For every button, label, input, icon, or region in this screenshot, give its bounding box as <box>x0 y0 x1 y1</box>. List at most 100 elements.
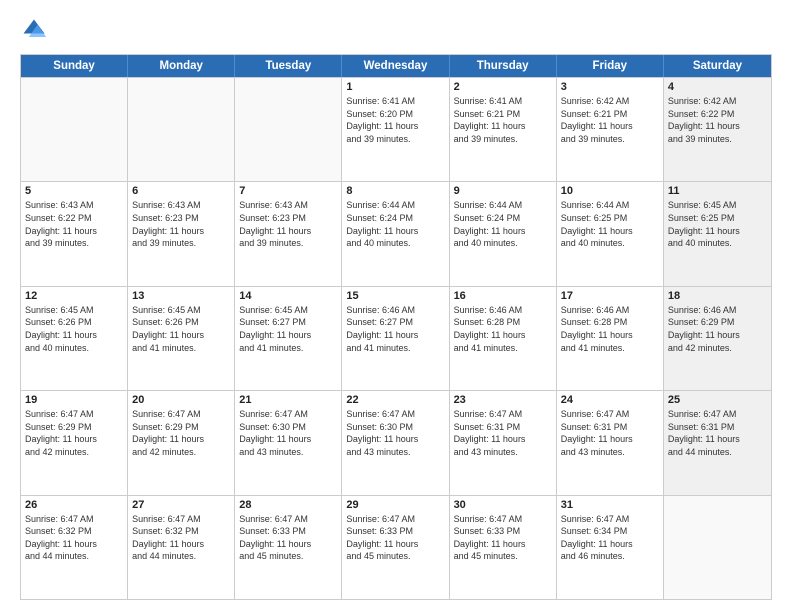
page: SundayMondayTuesdayWednesdayThursdayFrid… <box>0 0 792 612</box>
calendar-body: 1 Sunrise: 6:41 AMSunset: 6:20 PMDaylight… <box>21 77 771 599</box>
day-cell-14: 14 Sunrise: 6:45 AMSunset: 6:27 PMDayligh… <box>235 287 342 390</box>
day-cell-11: 11 Sunrise: 6:45 AMSunset: 6:25 PMDayligh… <box>664 182 771 285</box>
day-info: Sunrise: 6:46 AMSunset: 6:29 PMDaylight:… <box>668 304 767 354</box>
day-info: Sunrise: 6:46 AMSunset: 6:28 PMDaylight:… <box>454 304 552 354</box>
day-info: Sunrise: 6:43 AMSunset: 6:22 PMDaylight:… <box>25 199 123 249</box>
day-cell-24: 24 Sunrise: 6:47 AMSunset: 6:31 PMDayligh… <box>557 391 664 494</box>
day-cell-21: 21Sunrise: 6:47 AMSunset: 6:30 PMDayligh… <box>235 391 342 494</box>
day-info: Sunrise: 6:47 AMSunset: 6:30 PMDaylight:… <box>346 408 444 458</box>
day-info: Sunrise: 6:42 AMSunset: 6:22 PMDaylight:… <box>668 95 767 145</box>
day-cell-15: 15 Sunrise: 6:46 AMSunset: 6:27 PMDayligh… <box>342 287 449 390</box>
logo-icon <box>20 16 48 44</box>
day-cell-9: 9Sunrise: 6:44 AMSunset: 6:24 PMDaylight… <box>450 182 557 285</box>
calendar: SundayMondayTuesdayWednesdayThursdayFrid… <box>20 54 772 600</box>
day-number: 19 <box>25 394 123 406</box>
day-number: 23 <box>454 394 552 406</box>
day-cell-30: 30Sunrise: 6:47 AMSunset: 6:33 PMDayligh… <box>450 496 557 599</box>
day-number: 25 <box>668 394 767 406</box>
day-number: 14 <box>239 290 337 302</box>
day-info: Sunrise: 6:46 AMSunset: 6:27 PMDaylight:… <box>346 304 444 354</box>
day-number: 21 <box>239 394 337 406</box>
day-number: 15 <box>346 290 444 302</box>
header-day-tuesday: Tuesday <box>235 55 342 77</box>
day-cell-18: 18 Sunrise: 6:46 AMSunset: 6:29 PMDayligh… <box>664 287 771 390</box>
day-number: 22 <box>346 394 444 406</box>
day-info: Sunrise: 6:41 AMSunset: 6:21 PMDaylight:… <box>454 95 552 145</box>
day-cell-10: 10 Sunrise: 6:44 AMSunset: 6:25 PMDayligh… <box>557 182 664 285</box>
week-row-3: 19 Sunrise: 6:47 AMSunset: 6:29 PMDayligh… <box>21 390 771 494</box>
day-info: Sunrise: 6:41 AMSunset: 6:20 PMDaylight:… <box>346 95 444 145</box>
day-info: Sunrise: 6:47 AMSunset: 6:32 PMDaylight:… <box>25 513 123 563</box>
day-number: 9 <box>454 185 552 197</box>
day-cell-2: 2Sunrise: 6:41 AMSunset: 6:21 PMDaylight… <box>450 78 557 181</box>
day-number: 26 <box>25 499 123 511</box>
day-cell-3: 3 Sunrise: 6:42 AMSunset: 6:21 PMDaylight… <box>557 78 664 181</box>
day-number: 4 <box>668 81 767 93</box>
day-number: 24 <box>561 394 659 406</box>
header-day-saturday: Saturday <box>664 55 771 77</box>
day-info: Sunrise: 6:47 AMSunset: 6:33 PMDaylight:… <box>454 513 552 563</box>
week-row-1: 5 Sunrise: 6:43 AMSunset: 6:22 PMDaylight… <box>21 181 771 285</box>
empty-cell-0-0 <box>21 78 128 181</box>
day-number: 17 <box>561 290 659 302</box>
day-cell-23: 23 Sunrise: 6:47 AMSunset: 6:31 PMDayligh… <box>450 391 557 494</box>
day-number: 13 <box>132 290 230 302</box>
day-cell-26: 26 Sunrise: 6:47 AMSunset: 6:32 PMDayligh… <box>21 496 128 599</box>
header-day-wednesday: Wednesday <box>342 55 449 77</box>
day-info: Sunrise: 6:43 AMSunset: 6:23 PMDaylight:… <box>239 199 337 249</box>
day-cell-29: 29 Sunrise: 6:47 AMSunset: 6:33 PMDayligh… <box>342 496 449 599</box>
day-info: Sunrise: 6:45 AMSunset: 6:26 PMDaylight:… <box>25 304 123 354</box>
day-info: Sunrise: 6:47 AMSunset: 6:29 PMDaylight:… <box>25 408 123 458</box>
week-row-4: 26 Sunrise: 6:47 AMSunset: 6:32 PMDayligh… <box>21 495 771 599</box>
day-number: 12 <box>25 290 123 302</box>
header-day-sunday: Sunday <box>21 55 128 77</box>
day-cell-27: 27 Sunrise: 6:47 AMSunset: 6:32 PMDayligh… <box>128 496 235 599</box>
day-number: 29 <box>346 499 444 511</box>
day-cell-12: 12 Sunrise: 6:45 AMSunset: 6:26 PMDayligh… <box>21 287 128 390</box>
day-info: Sunrise: 6:47 AMSunset: 6:33 PMDaylight:… <box>346 513 444 563</box>
header-day-monday: Monday <box>128 55 235 77</box>
calendar-header: SundayMondayTuesdayWednesdayThursdayFrid… <box>21 55 771 77</box>
day-cell-31: 31Sunrise: 6:47 AMSunset: 6:34 PMDayligh… <box>557 496 664 599</box>
day-info: Sunrise: 6:44 AMSunset: 6:24 PMDaylight:… <box>346 199 444 249</box>
day-number: 28 <box>239 499 337 511</box>
logo <box>20 16 52 44</box>
empty-cell-0-1 <box>128 78 235 181</box>
day-info: Sunrise: 6:47 AMSunset: 6:31 PMDaylight:… <box>454 408 552 458</box>
day-info: Sunrise: 6:47 AMSunset: 6:34 PMDaylight:… <box>561 513 659 563</box>
day-info: Sunrise: 6:45 AMSunset: 6:25 PMDaylight:… <box>668 199 767 249</box>
header-day-friday: Friday <box>557 55 664 77</box>
day-number: 10 <box>561 185 659 197</box>
day-cell-22: 22 Sunrise: 6:47 AMSunset: 6:30 PMDayligh… <box>342 391 449 494</box>
day-number: 5 <box>25 185 123 197</box>
day-cell-20: 20 Sunrise: 6:47 AMSunset: 6:29 PMDayligh… <box>128 391 235 494</box>
day-cell-1: 1 Sunrise: 6:41 AMSunset: 6:20 PMDaylight… <box>342 78 449 181</box>
day-info: Sunrise: 6:47 AMSunset: 6:31 PMDaylight:… <box>561 408 659 458</box>
day-number: 6 <box>132 185 230 197</box>
day-cell-28: 28Sunrise: 6:47 AMSunset: 6:33 PMDayligh… <box>235 496 342 599</box>
day-info: Sunrise: 6:44 AMSunset: 6:25 PMDaylight:… <box>561 199 659 249</box>
day-number: 18 <box>668 290 767 302</box>
day-info: Sunrise: 6:47 AMSunset: 6:32 PMDaylight:… <box>132 513 230 563</box>
week-row-0: 1 Sunrise: 6:41 AMSunset: 6:20 PMDaylight… <box>21 77 771 181</box>
day-cell-8: 8 Sunrise: 6:44 AMSunset: 6:24 PMDaylight… <box>342 182 449 285</box>
day-number: 11 <box>668 185 767 197</box>
day-info: Sunrise: 6:47 AMSunset: 6:29 PMDaylight:… <box>132 408 230 458</box>
day-cell-13: 13 Sunrise: 6:45 AMSunset: 6:26 PMDayligh… <box>128 287 235 390</box>
day-info: Sunrise: 6:45 AMSunset: 6:26 PMDaylight:… <box>132 304 230 354</box>
day-number: 1 <box>346 81 444 93</box>
day-number: 3 <box>561 81 659 93</box>
day-number: 20 <box>132 394 230 406</box>
day-info: Sunrise: 6:42 AMSunset: 6:21 PMDaylight:… <box>561 95 659 145</box>
day-info: Sunrise: 6:45 AMSunset: 6:27 PMDaylight:… <box>239 304 337 354</box>
day-info: Sunrise: 6:46 AMSunset: 6:28 PMDaylight:… <box>561 304 659 354</box>
day-number: 16 <box>454 290 552 302</box>
day-cell-17: 17 Sunrise: 6:46 AMSunset: 6:28 PMDayligh… <box>557 287 664 390</box>
day-info: Sunrise: 6:47 AMSunset: 6:31 PMDaylight:… <box>668 408 767 458</box>
day-cell-19: 19 Sunrise: 6:47 AMSunset: 6:29 PMDayligh… <box>21 391 128 494</box>
day-cell-16: 16 Sunrise: 6:46 AMSunset: 6:28 PMDayligh… <box>450 287 557 390</box>
day-number: 7 <box>239 185 337 197</box>
empty-cell-0-2 <box>235 78 342 181</box>
day-number: 8 <box>346 185 444 197</box>
day-number: 27 <box>132 499 230 511</box>
